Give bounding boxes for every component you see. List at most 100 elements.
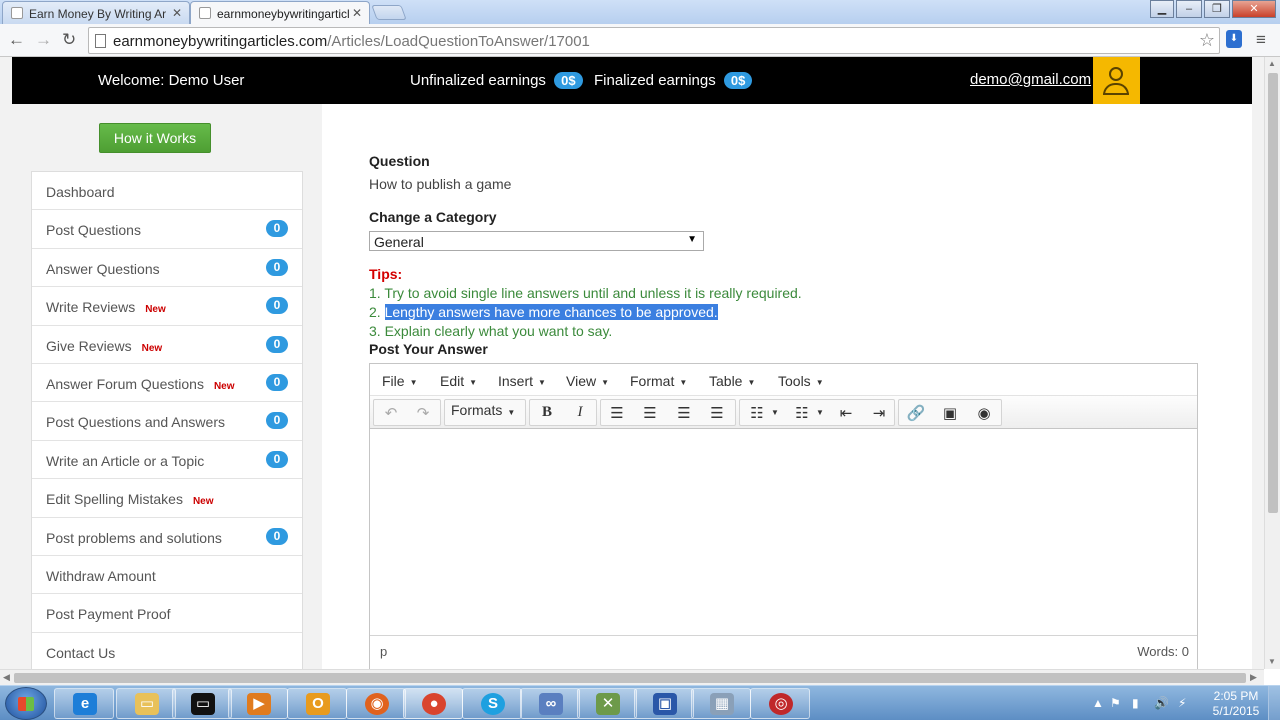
bold-icon[interactable]: B — [536, 404, 558, 421]
show-desktop-button[interactable] — [1268, 686, 1280, 720]
taskbar-clock[interactable]: 2:05 PM 5/1/2015 — [1206, 689, 1266, 719]
align-justify-icon[interactable]: ☰ — [706, 404, 728, 422]
editor-body[interactable] — [370, 429, 1197, 635]
align-left-icon[interactable]: ☰ — [606, 404, 628, 422]
horizontal-scrollbar-thumb[interactable] — [14, 673, 1246, 683]
editor-menu-file[interactable]: File ▼ — [382, 373, 417, 389]
element-path[interactable]: p — [380, 644, 387, 659]
sidebar-item-edit-spelling-mistakes[interactable]: Edit Spelling Mistakes New — [32, 479, 302, 518]
user-avatar-icon[interactable] — [1093, 57, 1140, 104]
taskbar-outlook[interactable]: O — [287, 688, 347, 719]
maximize-button[interactable]: ❐ — [1204, 0, 1230, 18]
scroll-right-icon[interactable]: ▶ — [1250, 672, 1257, 683]
back-arrow-icon[interactable]: ← — [8, 30, 25, 50]
bookmark-star-icon[interactable]: ☆ — [1199, 30, 1215, 51]
how-it-works-button[interactable]: How it Works — [99, 123, 211, 153]
outdent-icon[interactable]: ⇤ — [835, 404, 857, 422]
action-center-icon[interactable]: ⚑ — [1110, 696, 1121, 710]
taskbar-chrome[interactable]: ● — [403, 688, 463, 719]
sidebar-item-write-reviews[interactable]: Write Reviews New 0 — [32, 287, 302, 326]
browser-tabstrip: Earn Money By Writing Ar ✕ earnmoneybywr… — [0, 0, 1280, 24]
extension-icon[interactable]: ⬇ — [1226, 30, 1242, 48]
system-tray: ▲ ⚑ ▮ 🔊 ⚡ — [1088, 686, 1208, 720]
redo-icon[interactable]: ↷ — [412, 404, 434, 422]
category-select[interactable]: General ▼ — [369, 231, 704, 251]
sidebar-item-answer-questions[interactable]: Answer Questions 0 — [32, 249, 302, 288]
italic-icon[interactable]: I — [569, 404, 591, 421]
sidebar-item-dashboard[interactable]: Dashboard — [32, 172, 302, 211]
folder-icon: ▭ — [135, 693, 159, 715]
bullet-list-caret-icon[interactable]: ▼ — [764, 408, 786, 417]
sidebar-item-answer-forum-questions[interactable]: Answer Forum Questions New 0 — [32, 364, 302, 403]
vertical-scrollbar[interactable]: ▲ ▼ — [1264, 57, 1280, 669]
text-style-group: B I — [529, 399, 597, 426]
taskbar-network-app[interactable]: ∞ — [520, 688, 580, 719]
start-button[interactable] — [5, 687, 47, 720]
browser-tab-2[interactable]: earnmoneybywritingarticl ✕ — [190, 1, 370, 24]
sidebar-item-post-questions-and-answers[interactable]: Post Questions and Answers 0 — [32, 402, 302, 441]
link-icon[interactable]: 🔗 — [905, 404, 927, 422]
editor-menu-table[interactable]: Table ▼ — [709, 373, 755, 389]
scroll-left-icon[interactable]: ◀ — [3, 672, 10, 683]
minimize-button[interactable]: – — [1176, 0, 1202, 18]
network-signal-icon[interactable]: ▮ — [1132, 696, 1139, 710]
align-right-icon[interactable]: ☰ — [673, 404, 695, 422]
tip-3: 3. Explain clearly what you want to say. — [369, 323, 613, 339]
taskbar-recorder[interactable]: ◎ — [750, 688, 810, 719]
taskbar-firefox[interactable]: ◉ — [346, 688, 406, 719]
undo-icon[interactable]: ↶ — [380, 404, 402, 422]
browser-tab-1[interactable]: Earn Money By Writing Ar ✕ — [2, 1, 190, 24]
sidebar-item-post-problems-solutions[interactable]: Post problems and solutions 0 — [32, 518, 302, 556]
selected-text: Lengthy answers have more chances to be … — [384, 304, 718, 320]
numbered-list-caret-icon[interactable]: ▼ — [809, 408, 831, 417]
formats-dropdown[interactable]: Formats ▼ — [451, 402, 515, 418]
editor-menu-format[interactable]: Format ▼ — [630, 373, 687, 389]
count-badge: 0 — [266, 220, 288, 238]
close-tab-icon[interactable]: ✕ — [352, 6, 362, 20]
sidebar-item-post-payment-proof[interactable]: Post Payment Proof — [32, 594, 302, 633]
taskbar-command-prompt[interactable]: ▭ — [172, 688, 232, 719]
address-bar[interactable]: earnmoneybywritingarticles.com/Articles/… — [88, 27, 1220, 54]
sidebar-item-contact-us[interactable]: Contact Us — [32, 633, 302, 669]
horizontal-scrollbar[interactable]: ◀ ▶ — [0, 669, 1264, 685]
show-hidden-icons-icon[interactable]: ▲ — [1092, 696, 1104, 710]
question-text: How to publish a game — [369, 176, 512, 192]
close-tab-icon[interactable]: ✕ — [172, 6, 182, 20]
taskbar-tools-app[interactable]: ✕ — [577, 688, 637, 719]
close-window-button[interactable]: ✕ — [1232, 0, 1276, 18]
scroll-down-icon[interactable]: ▼ — [1268, 657, 1276, 666]
preview-eye-icon[interactable]: ◉ — [973, 404, 995, 422]
new-tag: New — [141, 342, 163, 354]
taskbar-internet-explorer[interactable]: e — [54, 688, 114, 719]
user-email-link[interactable]: demo@gmail.com — [970, 71, 1091, 88]
list-indent-group: ☷ ▼ ☷ ▼ ⇤ ⇥ — [739, 399, 895, 426]
forward-arrow-icon[interactable]: → — [35, 30, 52, 50]
image-icon[interactable]: ▣ — [939, 404, 961, 422]
editor-menu-view[interactable]: View ▼ — [566, 373, 609, 389]
browser-menu-icon[interactable]: ≡ — [1256, 30, 1266, 50]
sidebar-item-write-article[interactable]: Write an Article or a Topic 0 — [32, 441, 302, 480]
editor-menu-edit[interactable]: Edit ▼ — [440, 373, 477, 389]
indent-icon[interactable]: ⇥ — [868, 404, 890, 422]
reload-icon[interactable]: ↻ — [62, 30, 76, 50]
taskbar-remote-desktop[interactable]: ▣ — [634, 688, 694, 719]
sidebar-item-give-reviews[interactable]: Give Reviews New 0 — [32, 326, 302, 364]
media-player-icon: ▶ — [247, 693, 271, 715]
sidebar-item-withdraw-amount[interactable]: Withdraw Amount — [32, 556, 302, 595]
editor-menu-insert[interactable]: Insert ▼ — [498, 373, 546, 389]
scroll-up-icon[interactable]: ▲ — [1268, 59, 1276, 68]
vertical-scrollbar-thumb[interactable] — [1268, 73, 1278, 513]
taskbar-file-explorer[interactable]: ▭ — [116, 688, 176, 719]
editor-menu-tools[interactable]: Tools ▼ — [778, 373, 824, 389]
category-selected-value: General — [374, 234, 424, 250]
volume-icon[interactable]: 🔊 — [1154, 696, 1169, 710]
align-center-icon[interactable]: ☰ — [639, 404, 661, 422]
taskbar-skype[interactable]: S — [462, 688, 522, 719]
taskbar-media-player[interactable]: ▶ — [228, 688, 288, 719]
sidebar: How it Works Dashboard Post Questions 0 A… — [12, 104, 322, 669]
new-tab-button[interactable] — [371, 5, 407, 20]
sidebar-item-post-questions[interactable]: Post Questions 0 — [32, 210, 302, 249]
power-icon[interactable]: ⚡ — [1178, 696, 1186, 710]
minimize-window-button[interactable]: ▁ — [1150, 0, 1174, 18]
taskbar-calculator[interactable]: ▦ — [691, 688, 751, 719]
